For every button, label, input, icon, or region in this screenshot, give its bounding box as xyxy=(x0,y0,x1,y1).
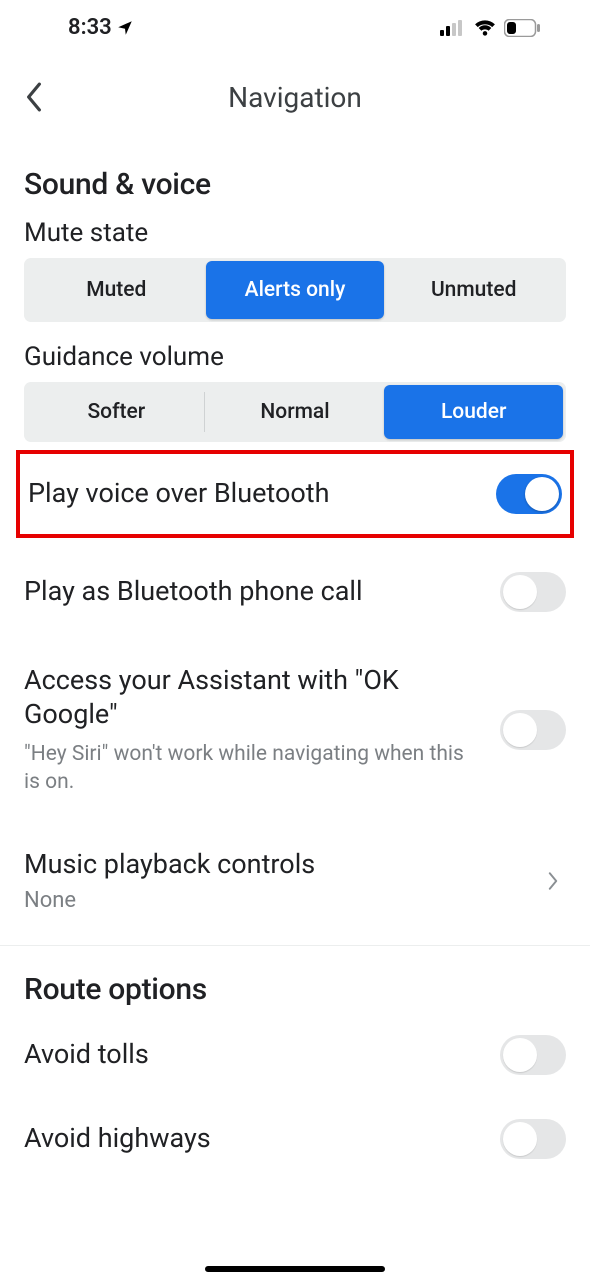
label-mute-state: Mute state xyxy=(24,218,566,248)
toggle-play-voice-bluetooth[interactable] xyxy=(496,474,562,514)
highlight-play-voice-bluetooth: Play voice over Bluetooth xyxy=(16,450,574,538)
row-music-playback[interactable]: Music playback controls None xyxy=(24,822,566,941)
label-ok-google: Access your Assistant with "OK Google" xyxy=(24,664,484,732)
segment-alerts-only[interactable]: Alerts only xyxy=(206,261,385,319)
content: Sound & voice Mute state Muted Alerts on… xyxy=(0,167,590,1181)
wifi-icon xyxy=(474,19,496,37)
toggle-bluetooth-phone-call[interactable] xyxy=(500,572,566,612)
battery-icon xyxy=(504,19,540,37)
segmented-guidance-volume: Softer Normal Louder xyxy=(24,382,566,442)
label-avoid-highways: Avoid highways xyxy=(24,1122,484,1156)
back-button[interactable] xyxy=(14,77,54,117)
section-route-options: Route options xyxy=(24,972,566,1007)
page-title: Navigation xyxy=(228,81,362,114)
row-ok-google[interactable]: Access your Assistant with "OK Google" "… xyxy=(24,638,566,822)
row-avoid-tolls[interactable]: Avoid tolls xyxy=(24,1013,566,1097)
toggle-avoid-highways[interactable] xyxy=(500,1119,566,1159)
label-bluetooth-phone-call: Play as Bluetooth phone call xyxy=(24,575,484,609)
chevron-left-icon xyxy=(24,82,44,112)
toggle-avoid-tolls[interactable] xyxy=(500,1035,566,1075)
label-avoid-tolls: Avoid tolls xyxy=(24,1038,484,1072)
status-left: 8:33 xyxy=(68,15,134,40)
cellular-icon xyxy=(440,20,466,36)
row-avoid-highways[interactable]: Avoid highways xyxy=(24,1097,566,1181)
status-right xyxy=(440,19,540,37)
label-guidance-volume: Guidance volume xyxy=(24,342,566,372)
segment-unmuted[interactable]: Unmuted xyxy=(384,261,563,319)
label-play-voice-bluetooth: Play voice over Bluetooth xyxy=(28,477,480,511)
section-divider xyxy=(0,945,590,946)
label-music-playback: Music playback controls xyxy=(24,848,544,882)
row-play-voice-bluetooth[interactable]: Play voice over Bluetooth xyxy=(26,454,564,534)
status-time: 8:33 xyxy=(68,15,112,40)
value-music-playback: None xyxy=(24,888,544,913)
segment-louder[interactable]: Louder xyxy=(384,385,563,439)
sublabel-ok-google: "Hey Siri" won't work while navigating w… xyxy=(24,740,484,797)
home-indicator xyxy=(205,1266,385,1272)
segment-muted[interactable]: Muted xyxy=(27,261,206,319)
section-sound-voice: Sound & voice xyxy=(24,167,566,202)
segmented-mute-state: Muted Alerts only Unmuted xyxy=(24,258,566,322)
segment-divider xyxy=(204,392,205,432)
toggle-ok-google[interactable] xyxy=(500,710,566,750)
chevron-right-icon xyxy=(544,872,562,890)
nav-header: Navigation xyxy=(0,67,590,127)
row-bluetooth-phone-call[interactable]: Play as Bluetooth phone call xyxy=(24,546,566,638)
segment-softer[interactable]: Softer xyxy=(27,385,206,439)
segment-normal[interactable]: Normal xyxy=(206,385,385,439)
location-icon xyxy=(116,19,134,37)
status-bar: 8:33 xyxy=(0,0,590,55)
